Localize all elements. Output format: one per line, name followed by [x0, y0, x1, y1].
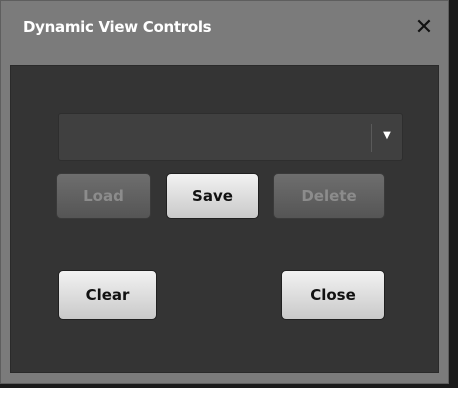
- saved-view-select[interactable]: ▼: [58, 113, 403, 161]
- dialog-title: Dynamic View Controls: [23, 18, 212, 36]
- chevron-down-icon[interactable]: ▼: [381, 128, 393, 144]
- clear-button[interactable]: Clear: [58, 270, 157, 320]
- select-divider: [371, 124, 372, 152]
- dynamic-view-controls-dialog: Dynamic View Controls ✕ ▼ Load Save Dele…: [0, 0, 449, 384]
- dialog-titlebar[interactable]: Dynamic View Controls ✕: [1, 1, 448, 63]
- save-button[interactable]: Save: [166, 173, 259, 219]
- close-icon[interactable]: ✕: [411, 15, 437, 41]
- delete-button[interactable]: Delete: [273, 173, 385, 219]
- close-button[interactable]: Close: [281, 270, 385, 320]
- dialog-body: ▼ Load Save Delete Clear Close: [10, 65, 439, 373]
- load-button[interactable]: Load: [56, 173, 151, 219]
